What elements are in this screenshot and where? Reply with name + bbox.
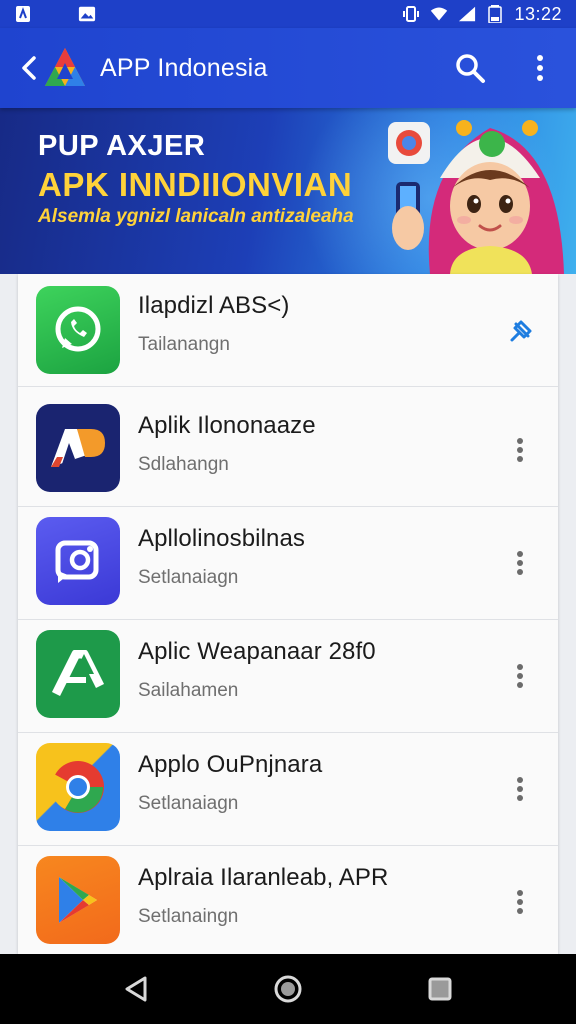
app-name: Applo OuPnjnara bbox=[138, 751, 323, 778]
list-item-text: Aplic Weapanaar 28f0 Sailahamen bbox=[138, 638, 376, 702]
whatsapp-icon bbox=[36, 286, 120, 374]
more-vertical-icon bbox=[517, 890, 523, 914]
app-name: Aplic Weapanaar 28f0 bbox=[138, 638, 376, 665]
app-logo-icon bbox=[42, 45, 88, 91]
status-clock: 13:22 bbox=[514, 3, 562, 24]
wifi-icon bbox=[430, 5, 448, 23]
pin-button[interactable] bbox=[500, 312, 540, 352]
status-left-icons bbox=[14, 5, 96, 23]
app-bar: APP Indonesia bbox=[0, 28, 576, 108]
more-options-button[interactable] bbox=[500, 543, 540, 583]
more-vertical-icon bbox=[517, 664, 523, 688]
overflow-menu-button[interactable] bbox=[520, 48, 560, 88]
promo-banner[interactable]: PUP AXJER APK INNDIIONVIAN Alsemla ygniz… bbox=[0, 108, 576, 274]
more-options-button[interactable] bbox=[500, 656, 540, 696]
list-item[interactable]: Apllolinosbilnas Setlanaiagn bbox=[18, 507, 558, 620]
list-item[interactable]: Applo OuPnjnara Setlanaiagn bbox=[18, 733, 558, 846]
more-vertical-icon bbox=[517, 777, 523, 801]
ap-logo-icon bbox=[36, 404, 120, 492]
app-name: Ilapdizl ABS<) bbox=[138, 292, 290, 319]
app-status: Setlanaingn bbox=[138, 906, 239, 927]
app-bar-actions bbox=[450, 48, 560, 88]
list-item-text: Apllolinosbilnas Setlanaiagn bbox=[138, 525, 305, 589]
more-vertical-icon bbox=[537, 55, 543, 81]
a-logo-icon bbox=[36, 630, 120, 718]
app-name: Aplik Ilononaaze bbox=[138, 412, 316, 439]
banner-tagline: Alsemla ygnizl lanicaln antizaleaha bbox=[38, 206, 354, 227]
app-title: APP Indonesia bbox=[100, 53, 268, 82]
more-options-button[interactable] bbox=[500, 882, 540, 922]
app-list: Ilapdizl ABS<) Tailanangn Aplik Ilononaa… bbox=[18, 274, 558, 954]
nav-back-button[interactable] bbox=[111, 964, 161, 1014]
search-icon bbox=[456, 54, 485, 83]
signal-icon bbox=[458, 5, 476, 23]
banner-title: APK INNDIIONVIAN bbox=[38, 166, 353, 203]
chrome-icon bbox=[36, 743, 120, 831]
list-item[interactable]: Aplraia Ilaranleab, APR Setlanaingn bbox=[18, 846, 558, 954]
more-vertical-icon bbox=[517, 438, 523, 462]
back-button[interactable] bbox=[18, 53, 40, 83]
app-status: Setlanaiagn bbox=[138, 567, 239, 588]
divider bbox=[18, 386, 558, 387]
image-icon bbox=[78, 5, 96, 23]
list-item[interactable]: Ilapdizl ABS<) Tailanangn bbox=[18, 274, 558, 387]
app-status: Sailahamen bbox=[138, 680, 239, 701]
list-item[interactable]: Aplik Ilononaaze Sdlahangn bbox=[18, 394, 558, 507]
list-item-text: Applo OuPnjnara Setlanaiagn bbox=[138, 751, 322, 815]
mascot-illustration bbox=[388, 120, 564, 274]
play-store-icon bbox=[36, 856, 120, 944]
list-item[interactable]: Aplic Weapanaar 28f0 Sailahamen bbox=[18, 620, 558, 733]
more-vertical-icon bbox=[517, 551, 523, 575]
more-options-button[interactable] bbox=[500, 769, 540, 809]
chevron-left-icon bbox=[22, 56, 36, 80]
list-item-text: Aplraia Ilaranleab, APR Setlanaingn bbox=[138, 864, 388, 928]
back-triangle-icon bbox=[125, 976, 147, 1002]
app-status: Setlanaiagn bbox=[138, 793, 239, 814]
pin-icon bbox=[510, 320, 532, 342]
list-item-text: Aplik Ilononaaze Sdlahangn bbox=[138, 412, 316, 476]
status-bar: 13:22 bbox=[0, 0, 576, 28]
banner-headline: PUP AXJER bbox=[38, 130, 206, 162]
battery-icon bbox=[486, 5, 504, 23]
notification-icon bbox=[14, 5, 32, 23]
home-circle-icon bbox=[274, 975, 302, 1003]
status-right-icons: 13:22 bbox=[402, 4, 562, 25]
more-options-button[interactable] bbox=[500, 430, 540, 470]
app-status: Tailanangn bbox=[138, 334, 230, 355]
chat-camera-icon bbox=[36, 517, 120, 605]
nav-recents-button[interactable] bbox=[415, 964, 465, 1014]
app-status: Sdlahangn bbox=[138, 454, 229, 475]
list-item-text: Ilapdizl ABS<) Tailanangn bbox=[138, 292, 289, 356]
app-name: Aplraia Ilaranleab, APR bbox=[138, 864, 389, 891]
search-button[interactable] bbox=[450, 48, 490, 88]
system-nav-bar bbox=[0, 954, 576, 1024]
app-name: Apllolinosbilnas bbox=[138, 525, 306, 552]
vibrate-icon bbox=[402, 5, 420, 23]
recents-square-icon bbox=[428, 977, 452, 1001]
nav-home-button[interactable] bbox=[263, 964, 313, 1014]
